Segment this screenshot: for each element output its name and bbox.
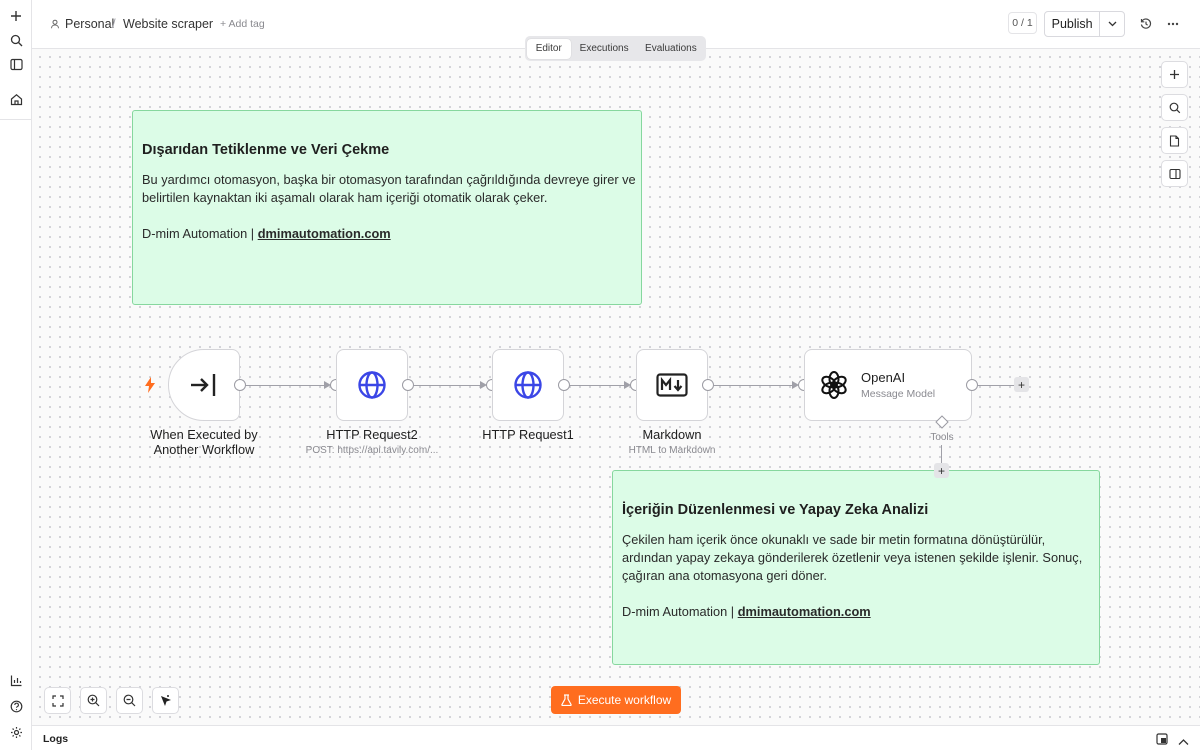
help-icon[interactable] [6, 696, 26, 716]
node-subtitle: POST: https://api.tavily.com/... [305, 445, 439, 456]
sticky-note-1[interactable]: Dışarıdan Tetiklenme ve Veri Çekme Bu ya… [132, 110, 642, 305]
logs-bar[interactable]: Logs [32, 725, 1200, 750]
output-port[interactable] [402, 379, 414, 391]
tools-port[interactable] [935, 415, 949, 429]
plus-icon [1170, 70, 1179, 79]
connection-edge[interactable] [246, 385, 324, 386]
sign-in-icon [191, 374, 216, 396]
tidy-up-icon [161, 695, 171, 706]
sticky-credit: D-mim Automation | dmimautomation.com [622, 603, 1092, 621]
search-icon [1169, 102, 1180, 113]
connection-edge-stub [978, 385, 1014, 386]
panel-icon[interactable] [6, 54, 26, 74]
settings-icon[interactable] [6, 722, 26, 742]
tidy-up-button[interactable] [152, 687, 179, 714]
node-subtitle: Message Model [861, 388, 936, 400]
sticky-note-2[interactable]: İçeriğin Düzenlenmesi ve Yapay Zeka Anal… [612, 470, 1100, 665]
node-label: HTTP Request2 [326, 427, 418, 442]
credit-link[interactable]: dmimautomation.com [738, 604, 871, 619]
node-label: Markdown [642, 427, 702, 442]
globe-icon [358, 371, 386, 399]
breadcrumb-separator: / [112, 16, 116, 31]
output-port[interactable] [234, 379, 246, 391]
tab-evaluations[interactable]: Evaluations [638, 39, 704, 59]
node-trigger[interactable] [168, 349, 240, 421]
markdown-icon [656, 373, 688, 397]
node-label: HTTP Request1 [482, 427, 574, 442]
node-subtitle: HTML to Markdown [628, 445, 716, 456]
publish-button[interactable]: Publish [1045, 12, 1101, 36]
tools-connector-line [941, 445, 942, 464]
chart-icon[interactable] [6, 670, 26, 690]
add-sticky-button[interactable] [1161, 127, 1188, 154]
add-tool-button[interactable]: + [934, 463, 949, 478]
version-counter: 0 / 1 [1008, 12, 1037, 34]
connection-edge[interactable] [414, 385, 480, 386]
chevron-down-icon[interactable] [1100, 12, 1124, 36]
sticky-credit: D-mim Automation | dmimautomation.com [142, 225, 637, 243]
add-tag-button[interactable]: + Add tag [220, 18, 265, 30]
connection-edge[interactable] [714, 385, 792, 386]
node-http-request1[interactable] [492, 349, 564, 421]
sticky-body: Bu yardımcı otomasyon, başka bir otomasy… [142, 172, 636, 205]
add-node-button[interactable] [1161, 61, 1188, 88]
history-icon[interactable] [1136, 14, 1156, 34]
user-icon [51, 19, 59, 29]
left-rail [0, 0, 32, 750]
panel-right-icon [1168, 168, 1181, 179]
plus-icon[interactable] [6, 6, 26, 26]
more-icon[interactable] [1163, 14, 1183, 34]
fit-view-icon [51, 694, 64, 707]
logs-label: Logs [43, 733, 69, 745]
execute-label: Execute workflow [577, 693, 672, 707]
credit-prefix: D-mim Automation | [622, 604, 738, 619]
zoom-out-icon [123, 694, 136, 707]
search-icon[interactable] [6, 30, 26, 50]
node-http-request2[interactable] [336, 349, 408, 421]
sticky-note-icon [1169, 134, 1180, 147]
output-port[interactable] [966, 379, 978, 391]
add-next-node-button[interactable]: + [1014, 377, 1029, 392]
openai-icon [821, 371, 847, 399]
rail-divider [0, 119, 31, 120]
breadcrumb-project[interactable]: Personal [50, 17, 114, 31]
fit-view-button[interactable] [44, 687, 71, 714]
chevron-up-icon[interactable] [1178, 733, 1189, 750]
sticky-title: İçeriğin Düzenlenmesi ve Yapay Zeka Anal… [622, 502, 929, 518]
workflow-name-text: Website scraper [123, 17, 214, 31]
flask-icon [561, 694, 572, 706]
tab-executions[interactable]: Executions [573, 39, 636, 59]
toggle-panel-button[interactable] [1161, 160, 1188, 187]
tools-label: Tools [930, 432, 954, 443]
output-port[interactable] [702, 379, 714, 391]
search-nodes-button[interactable] [1161, 94, 1188, 121]
credit-prefix: D-mim Automation | [142, 226, 258, 241]
node-openai[interactable]: OpenAI Message Model [804, 349, 972, 421]
zoom-in-icon [87, 694, 100, 707]
publish-split-button: Publish [1044, 11, 1125, 37]
zoom-out-button[interactable] [116, 687, 143, 714]
sticky-title: Dışarıdan Tetiklenme ve Veri Çekme [142, 142, 390, 158]
popout-icon[interactable] [1156, 732, 1168, 750]
home-icon[interactable] [6, 89, 26, 109]
node-title: OpenAI [861, 370, 906, 385]
zoom-in-button[interactable] [80, 687, 107, 714]
globe-icon [514, 371, 542, 399]
lightning-icon [145, 377, 155, 393]
credit-link[interactable]: dmimautomation.com [258, 226, 391, 241]
node-label: When Executed by Another Workflow [150, 427, 258, 457]
execute-workflow-button[interactable]: Execute workflow [551, 686, 681, 714]
tab-editor[interactable]: Editor [527, 38, 571, 59]
connection-edge[interactable] [570, 385, 624, 386]
output-port[interactable] [558, 379, 570, 391]
workflow-name[interactable]: Website scraper [123, 17, 213, 31]
node-markdown[interactable] [636, 349, 708, 421]
view-tabs: Editor Executions Evaluations [525, 36, 706, 61]
sticky-body: Çekilen ham içerik önce okunaklı ve sade… [622, 532, 1083, 583]
project-name: Personal [65, 17, 115, 31]
